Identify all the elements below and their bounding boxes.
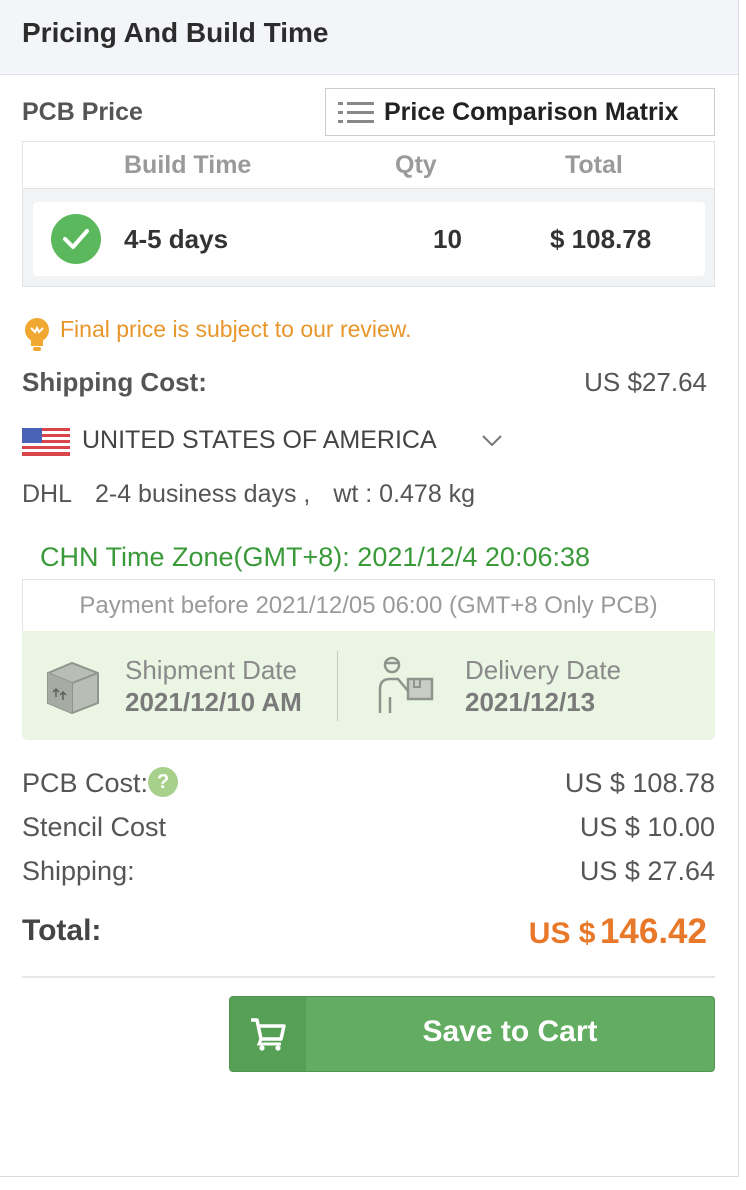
dates-divider: [337, 651, 338, 721]
column-qty: Qty: [395, 151, 437, 179]
column-build-time: Build Time: [124, 151, 252, 179]
delivery-date-value: 2021/12/13: [465, 687, 596, 717]
price-row[interactable]: 4-5 days 10 $ 108.78: [33, 202, 705, 276]
total-currency: US $: [528, 917, 596, 950]
carrier-name: DHL: [22, 480, 73, 508]
stencil-cost-value: US $ 10.00: [579, 812, 715, 842]
shipment-date-value: 2021/12/10 AM: [125, 687, 302, 717]
delivery-date-label: Delivery Date: [465, 655, 622, 685]
price-comparison-matrix-button[interactable]: Price Comparison Matrix: [325, 88, 715, 136]
total-label: Total:: [22, 914, 102, 947]
total-amount: 146.42: [599, 912, 707, 951]
total-value: US $ 146.42: [529, 912, 707, 952]
row-qty: 10: [433, 224, 462, 254]
delivery-person-icon: [378, 656, 434, 713]
stencil-cost-label: Stencil Cost: [22, 812, 167, 842]
pcb-cost-label-wrap: PCB Cost:?: [22, 766, 179, 799]
column-total: Total: [565, 151, 623, 179]
price-review-text: Final price is subject to our review.: [60, 316, 412, 342]
shipping-value: US $ 27.64: [579, 856, 715, 886]
payment-deadline: Payment before 2021/12/05 06:00 (GMT+8 O…: [22, 579, 715, 632]
lightbulb-icon: [25, 318, 49, 351]
carrier-info: DHL 2-4 business days , wt : 0.478 kg: [22, 480, 475, 509]
timezone-clock: CHN Time Zone(GMT+8): 2021/12/4 20:06:38: [40, 542, 591, 572]
save-to-cart-button[interactable]: Save to Cart: [229, 996, 715, 1072]
row-build-time: 4-5 days: [124, 224, 229, 254]
price-comparison-matrix-label: Price Comparison Matrix: [384, 98, 679, 126]
dates-panel: Shipment Date 2021/12/10 AM Delivery Dat…: [22, 631, 715, 740]
cart-icon: [251, 1018, 286, 1051]
shipment-date-label: Shipment Date: [125, 655, 297, 685]
pricing-panel: Pricing And Build Time PCB Price Price C…: [0, 0, 739, 1177]
pcb-price-label: PCB Price: [22, 98, 143, 126]
package-weight: wt : 0.478 kg: [333, 480, 476, 508]
panel-title: Pricing And Build Time: [22, 17, 329, 48]
us-flag-icon: [22, 428, 70, 456]
selected-check-icon: [51, 214, 101, 264]
row-total: $ 108.78: [550, 224, 652, 254]
country-name: UNITED STATES OF AMERICA: [82, 426, 437, 454]
price-table-header: Build Time Qty Total: [23, 142, 714, 189]
package-box-icon: [47, 661, 99, 715]
carrier-days: 2-4 business days ,: [94, 480, 311, 508]
help-icon[interactable]: ?: [148, 766, 179, 797]
shipping-cost-label: Shipping Cost:: [22, 367, 207, 397]
divider: [22, 976, 715, 978]
price-table: Build Time Qty Total 4-5 days 10 $ 108.7…: [22, 141, 715, 287]
panel-header: Pricing And Build Time: [0, 0, 738, 75]
shipping-cost-value: US $27.64: [584, 367, 707, 397]
cart-icon-box: [230, 997, 306, 1071]
pcb-cost-value: US $ 108.78: [564, 768, 715, 798]
chevron-down-icon: [482, 435, 502, 447]
pcb-cost-label: PCB Cost:: [22, 768, 149, 798]
list-icon: [338, 102, 374, 123]
shipping-label: Shipping:: [22, 856, 135, 886]
save-to-cart-label: Save to Cart: [422, 1015, 598, 1048]
